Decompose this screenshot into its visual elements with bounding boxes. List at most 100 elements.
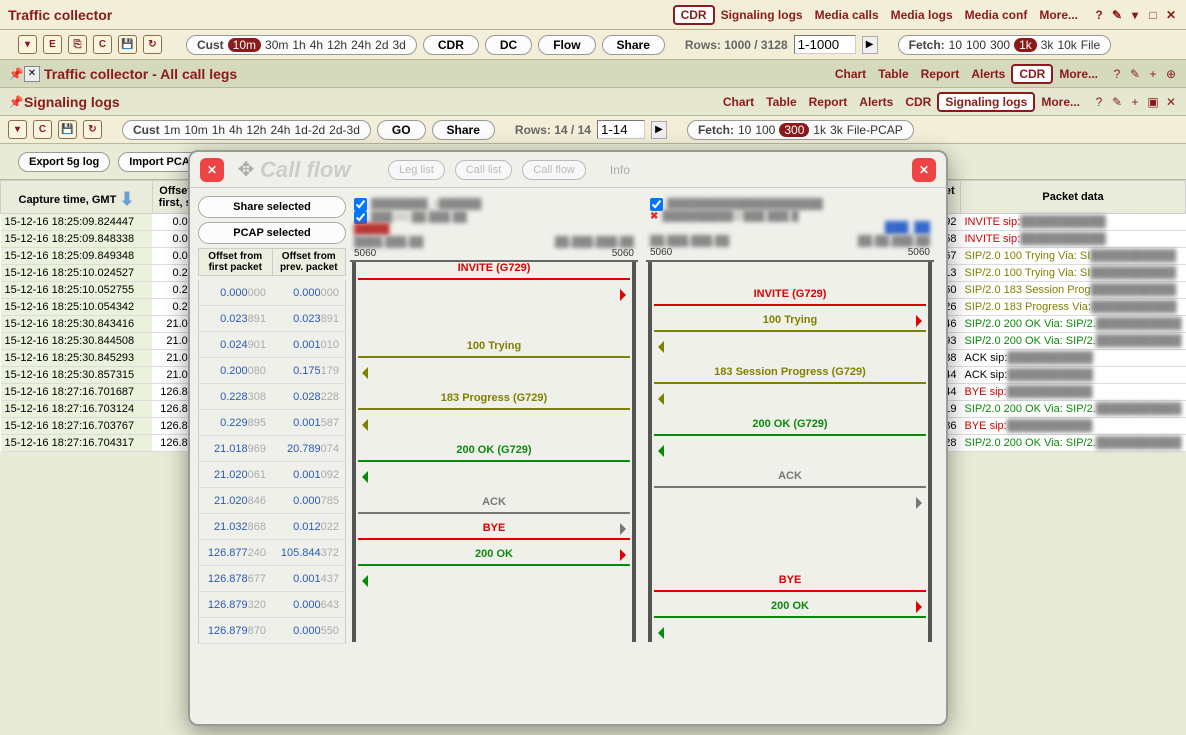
range-3d[interactable]: 3d [393,38,406,52]
fetch-10[interactable]: 10 [949,38,962,52]
sip-message[interactable]: BYE [358,522,630,548]
f-file[interactable]: File-PCAP [847,123,903,137]
f-300[interactable]: 300 [779,123,809,137]
export-5g-button[interactable]: Export 5g log [18,152,110,172]
range-10m[interactable]: 10m [228,38,261,52]
plus-icon[interactable]: + [1128,95,1142,109]
r-4h[interactable]: 4h [229,123,242,137]
help-icon[interactable]: ? [1092,8,1106,22]
c-button[interactable]: C [33,120,52,139]
sip-message[interactable]: ACK [358,496,630,522]
e-button[interactable]: E [43,35,62,54]
pencil-icon[interactable]: ✎ [1128,67,1142,81]
sip-message[interactable]: 100 Trying [358,340,630,366]
c-button[interactable]: C [93,35,112,54]
fetch-1k[interactable]: 1k [1014,38,1037,52]
sig-alerts[interactable]: Alerts [859,95,893,109]
r-10m[interactable]: 10m [184,123,207,137]
sip-message[interactable]: ACK [654,470,926,496]
fetch-10k[interactable]: 10k [1057,38,1076,52]
pin-icon[interactable]: 📌 [8,94,24,110]
dialog-header[interactable]: ✕ ✥ Call flow Leg list Call list Call fl… [190,152,946,188]
help-icon[interactable]: ? [1092,95,1106,109]
save-icon[interactable]: 💾 [118,35,137,54]
share-button[interactable]: Share [602,35,665,55]
r-1m[interactable]: 1m [164,123,181,137]
help-icon[interactable]: ? [1110,67,1124,81]
nav-media-conf[interactable]: Media conf [965,8,1028,22]
leg1-chk1[interactable] [354,198,367,211]
pencil-icon[interactable]: ✎ [1110,95,1124,109]
close-icon[interactable]: ✕ [1164,95,1178,109]
f-10[interactable]: 10 [738,123,751,137]
chevron-down-icon[interactable]: ▾ [1128,8,1142,22]
sub-alerts[interactable]: Alerts [971,67,1005,81]
sip-message[interactable]: 183 Session Progress (G729) [654,366,926,392]
sip-message[interactable]: INVITE (G729) [654,288,926,314]
plus-icon[interactable]: + [1146,67,1160,81]
r-24h[interactable]: 24h [270,123,290,137]
more-icon[interactable]: ⊕ [1164,67,1178,81]
range-24h[interactable]: 24h [351,38,371,52]
tab-call-list[interactable]: Call list [455,160,512,180]
dc-button[interactable]: DC [485,35,532,55]
r-12h[interactable]: 12h [246,123,266,137]
sub-report[interactable]: Report [921,67,960,81]
sip-message[interactable]: BYE [654,574,926,600]
pin-icon[interactable]: 📌 [8,66,24,82]
sub-chart[interactable]: Chart [835,67,866,81]
dialog-close-icon[interactable]: ✕ [200,158,224,182]
filter-icon[interactable]: ▾ [8,120,27,139]
sub-table[interactable]: Table [878,67,908,81]
leg2-chk1[interactable] [650,198,663,211]
fetch-300[interactable]: 300 [990,38,1010,52]
rows-input[interactable] [794,35,856,54]
sip-message[interactable]: 200 OK [654,600,926,626]
sig-more[interactable]: More... [1041,95,1080,109]
sig-siglogs[interactable]: Signaling logs [937,92,1035,112]
r-1h[interactable]: 1h [212,123,225,137]
f-100[interactable]: 100 [755,123,775,137]
go-button[interactable]: GO [377,120,426,140]
sig-rows-next-icon[interactable]: ▶ [651,121,667,139]
close-subpanel-icon[interactable]: ✕ [24,66,40,82]
nav-media-logs[interactable]: Media logs [891,8,953,22]
f-3k[interactable]: 3k [830,123,843,137]
r-1d2d[interactable]: 1d-2d [294,123,325,137]
pencil-icon[interactable]: ✎ [1110,8,1124,22]
dialog-close-icon[interactable]: ✕ [912,158,936,182]
maximize-icon[interactable]: □ [1146,8,1160,22]
range-30m[interactable]: 30m [265,38,288,52]
filter-icon[interactable]: ▾ [18,35,37,54]
r-2d3d[interactable]: 2d-3d [329,123,360,137]
cdr-button[interactable]: CDR [423,35,479,55]
refresh-icon[interactable]: ↻ [143,35,162,54]
sip-message[interactable]: INVITE (G729) [358,262,630,288]
share-button[interactable]: Share [432,120,495,140]
nav-more[interactable]: More... [1039,8,1078,22]
sip-message[interactable]: 200 OK (G729) [654,418,926,444]
flow-button[interactable]: Flow [538,35,595,55]
pcap-selected-button[interactable]: PCAP selected [198,222,346,244]
sig-chart[interactable]: Chart [723,95,754,109]
rows-next-icon[interactable]: ▶ [862,36,878,54]
fetch-file[interactable]: File [1081,38,1100,52]
nav-signaling-logs[interactable]: Signaling logs [721,8,803,22]
range-1h[interactable]: 1h [292,38,305,52]
save-icon[interactable]: 💾 [58,120,77,139]
copy-icon[interactable]: ⎘ [68,35,87,54]
share-selected-button[interactable]: Share selected [198,196,346,218]
sip-message[interactable]: 200 OK [358,548,630,574]
sig-report[interactable]: Report [809,95,848,109]
sip-message[interactable]: 183 Progress (G729) [358,392,630,418]
dialog-move-icon[interactable]: ✥ [234,158,258,182]
range-4h[interactable]: 4h [310,38,323,52]
close-icon[interactable]: ✕ [1164,8,1178,22]
sig-cdr[interactable]: CDR [905,95,931,109]
nav-media-calls[interactable]: Media calls [815,8,879,22]
sig-rows-input[interactable] [597,120,645,139]
tab-leg-list[interactable]: Leg list [388,160,445,180]
range-12h[interactable]: 12h [327,38,347,52]
th-data[interactable]: Packet data [961,181,1186,214]
sub-cdr[interactable]: CDR [1011,64,1053,84]
